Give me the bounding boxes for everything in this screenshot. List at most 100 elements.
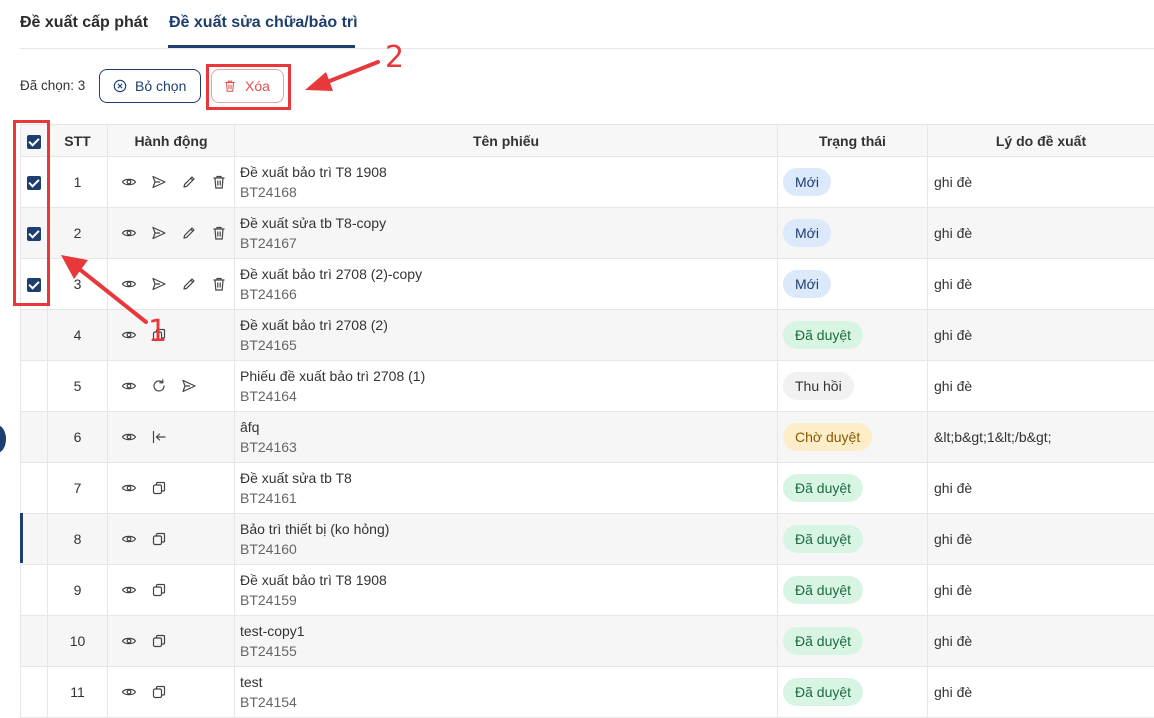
row-status-cell: Đã duyệt xyxy=(777,666,928,718)
row-name-cell: Đề xuất bảo trì 2708 (2)-copy BT24166 xyxy=(234,258,778,310)
send-action-button[interactable] xyxy=(149,172,169,192)
eye-action-button[interactable] xyxy=(119,682,139,702)
copy-action-button[interactable] xyxy=(149,529,169,549)
eye-action-button[interactable] xyxy=(119,172,139,192)
refresh-action-button[interactable] xyxy=(149,376,169,396)
clear-selection-button[interactable]: Bỏ chọn xyxy=(99,69,201,103)
proposal-name[interactable]: âfq xyxy=(240,417,777,437)
header-status: Trạng thái xyxy=(777,124,928,157)
pencil-action-button[interactable] xyxy=(179,223,199,243)
send-action-button[interactable] xyxy=(179,376,199,396)
row-select-cell xyxy=(20,411,48,463)
copy-action-button[interactable] xyxy=(149,631,169,651)
row-status-cell: Đã duyệt xyxy=(777,462,928,514)
tab-repair-maintenance-proposal[interactable]: Đề xuất sửa chữa/bảo trì xyxy=(169,14,358,32)
row-actions xyxy=(107,564,235,616)
row-select-cell xyxy=(20,207,48,259)
row-name-cell: Phiếu đề xuất bảo trì 2708 (1) BT24164 xyxy=(234,360,778,412)
row-select-cell xyxy=(20,666,48,718)
trash-action-button[interactable] xyxy=(209,274,229,294)
copy-action-button[interactable] xyxy=(149,580,169,600)
row-checkbox[interactable] xyxy=(27,227,41,242)
row-status-cell: Mới xyxy=(777,207,928,259)
trash-action-button[interactable] xyxy=(209,172,229,192)
eye-action-button[interactable] xyxy=(119,478,139,498)
selected-count: Đã chọn: 3 xyxy=(20,78,86,93)
row-actions xyxy=(107,258,235,310)
proposal-name[interactable]: Đề xuất sửa tb T8-copy xyxy=(240,213,777,233)
proposal-name[interactable]: test xyxy=(240,672,777,692)
delete-button[interactable]: Xóa xyxy=(211,69,284,103)
row-status-cell: Chờ duyệt xyxy=(777,411,928,463)
proposal-name[interactable]: Phiếu đề xuất bảo trì 2708 (1) xyxy=(240,366,777,386)
select-all-checkbox[interactable] xyxy=(27,134,41,149)
header-reason: Lý do đề xuất xyxy=(927,124,1154,157)
table-row[interactable]: 8 Bảo trì thiết bị (ko hỏng) BT24160 Đã … xyxy=(20,513,1154,565)
status-badge: Đã duyệt xyxy=(783,576,864,604)
row-select-cell xyxy=(20,309,48,361)
table-row[interactable]: 7 Đề xuất sửa tb T8 BT24161 Đã duyệt ghi… xyxy=(20,462,1154,514)
eye-action-button[interactable] xyxy=(119,274,139,294)
row-status-cell: Đã duyệt xyxy=(777,615,928,667)
tab-bar: Đề xuất cấp phát Đề xuất sửa chữa/bảo tr… xyxy=(20,0,1154,49)
pencil-action-button[interactable] xyxy=(179,172,199,192)
row-status-cell: Mới xyxy=(777,156,928,208)
table-row[interactable]: 5 Phiếu đề xuất bảo trì 2708 (1) BT24164… xyxy=(20,360,1154,412)
table-row[interactable]: 1 Đề xuất bảo trì T8 1908 BT24168 Mới gh… xyxy=(20,156,1154,208)
table-row[interactable]: 2 Đề xuất sửa tb T8-copy BT24167 Mới ghi… xyxy=(20,207,1154,259)
proposal-name[interactable]: Đề xuất bảo trì 2708 (2) xyxy=(240,315,777,335)
row-name-cell: Đề xuất bảo trì T8 1908 BT24159 xyxy=(234,564,778,616)
proposal-name[interactable]: test-copy1 xyxy=(240,621,777,641)
table-row[interactable]: 10 test-copy1 BT24155 Đã duyệt ghi đè xyxy=(20,615,1154,667)
row-name-cell: test-copy1 BT24155 xyxy=(234,615,778,667)
row-select-cell xyxy=(20,258,48,310)
clear-selection-label: Bỏ chọn xyxy=(135,78,187,94)
row-reason: ghi đè xyxy=(927,207,1154,259)
copy-action-button[interactable] xyxy=(149,682,169,702)
proposal-name[interactable]: Đề xuất bảo trì 2708 (2)-copy xyxy=(240,264,777,284)
status-badge: Đã duyệt xyxy=(783,678,864,706)
eye-action-button[interactable] xyxy=(119,376,139,396)
row-reason: ghi đè xyxy=(927,462,1154,514)
row-name-cell: Đề xuất bảo trì 2708 (2) BT24165 xyxy=(234,309,778,361)
table-row[interactable]: 6 âfq BT24163 Chờ duyệt &lt;b&gt;1&lt;/b… xyxy=(20,411,1154,463)
table-row[interactable]: 3 Đề xuất bảo trì 2708 (2)-copy BT24166 … xyxy=(20,258,1154,310)
row-reason: ghi đè xyxy=(927,666,1154,718)
tab-allocation-proposal[interactable]: Đề xuất cấp phát xyxy=(20,14,148,32)
send-action-button[interactable] xyxy=(149,223,169,243)
row-checkbox[interactable] xyxy=(27,278,41,293)
proposal-name[interactable]: Bảo trì thiết bị (ko hỏng) xyxy=(240,519,777,539)
proposal-name[interactable]: Đề xuất sửa tb T8 xyxy=(240,468,777,488)
eye-action-button[interactable] xyxy=(119,325,139,345)
eye-action-button[interactable] xyxy=(119,580,139,600)
table-row[interactable]: 11 test BT24154 Đã duyệt ghi đè xyxy=(20,666,1154,718)
proposal-code: BT24168 xyxy=(240,184,297,200)
row-name-cell: Đề xuất sửa tb T8 BT24161 xyxy=(234,462,778,514)
row-stt: 11 xyxy=(47,666,108,718)
proposal-name[interactable]: Đề xuất bảo trì T8 1908 xyxy=(240,570,777,590)
row-actions xyxy=(107,360,235,412)
copy-action-button[interactable] xyxy=(149,478,169,498)
table-row[interactable]: 4 Đề xuất bảo trì 2708 (2) BT24165 Đã du… xyxy=(20,309,1154,361)
eye-action-button[interactable] xyxy=(119,529,139,549)
row-checkbox[interactable] xyxy=(27,176,41,191)
proposal-name[interactable]: Đề xuất bảo trì T8 1908 xyxy=(240,162,777,182)
header-stt: STT xyxy=(47,124,108,157)
trash-action-button[interactable] xyxy=(209,223,229,243)
send-action-button[interactable] xyxy=(149,274,169,294)
row-actions xyxy=(107,513,235,565)
row-stt: 2 xyxy=(47,207,108,259)
eye-action-button[interactable] xyxy=(119,631,139,651)
row-actions xyxy=(107,156,235,208)
row-actions xyxy=(107,411,235,463)
table-row[interactable]: 9 Đề xuất bảo trì T8 1908 BT24159 Đã duy… xyxy=(20,564,1154,616)
row-actions xyxy=(107,615,235,667)
pencil-action-button[interactable] xyxy=(179,274,199,294)
row-select-cell xyxy=(20,156,48,208)
return-action-button[interactable] xyxy=(149,427,169,447)
eye-action-button[interactable] xyxy=(119,223,139,243)
row-select-cell xyxy=(20,564,48,616)
row-status-cell: Đã duyệt xyxy=(777,564,928,616)
eye-action-button[interactable] xyxy=(119,427,139,447)
edge-handle[interactable] xyxy=(0,425,6,453)
